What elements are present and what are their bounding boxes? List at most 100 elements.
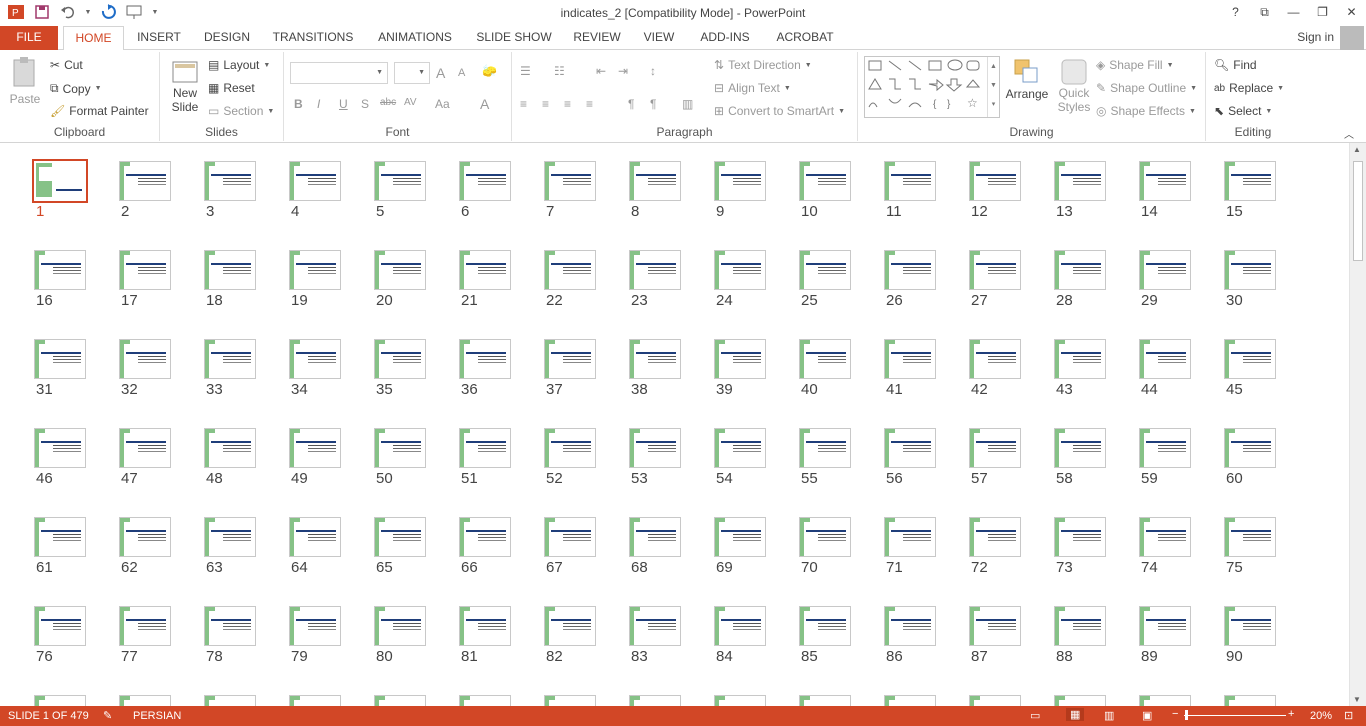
slide-thumbnail[interactable] [204,695,256,706]
tab-file[interactable]: FILE [0,26,58,50]
align-right-icon[interactable]: ≡ [564,97,571,111]
notes-icon[interactable]: ✎ [103,709,112,722]
underline-button[interactable]: U [339,97,348,111]
font-color-button[interactable]: A [480,96,489,112]
text-shadow-button[interactable]: S [361,97,369,111]
slide-thumbnail[interactable] [714,161,766,201]
slide-thumbnail[interactable] [1054,517,1106,557]
italic-button[interactable]: I [317,97,320,111]
align-left-icon[interactable]: ≡ [520,97,527,111]
slide-thumbnail[interactable] [1054,161,1106,201]
replace-button[interactable]: ab Replace ▼ [1214,81,1284,95]
slide-thumbnail[interactable] [459,517,511,557]
line-spacing-icon[interactable]: ↕ [650,64,656,78]
slide-thumbnail[interactable] [969,517,1021,557]
ltr-direction-icon[interactable]: ¶ [628,97,634,111]
slide-thumbnail[interactable] [629,161,681,201]
slide-thumbnail[interactable] [799,606,851,646]
tab-insert[interactable]: INSERT [132,26,186,50]
slide-thumbnail[interactable] [799,250,851,290]
slide-thumbnail[interactable] [119,517,171,557]
text-direction-button[interactable]: ⇅ Text Direction ▼ [714,58,812,72]
slide-thumbnail[interactable] [289,250,341,290]
numbering-icon[interactable]: ☷ [554,64,565,78]
layout-button[interactable]: ▤ Layout ▼ [208,58,270,72]
slide-thumbnail[interactable] [1054,428,1106,468]
vertical-scrollbar[interactable]: ▲ ▼ [1349,143,1366,706]
slide-thumbnail[interactable] [374,250,426,290]
slide-thumbnail[interactable] [34,250,86,290]
slide-thumbnail[interactable] [289,695,341,706]
reset-button[interactable]: ▦ Reset [208,81,255,95]
slide-thumbnail[interactable] [1224,250,1276,290]
close-icon[interactable]: ✕ [1337,0,1366,24]
slide-thumbnail[interactable] [32,159,88,203]
tab-design[interactable]: DESIGN [198,26,256,50]
help-icon[interactable]: ? [1221,0,1250,24]
slide-thumbnail[interactable] [544,161,596,201]
slide-thumbnail[interactable] [629,695,681,706]
font-size-combo[interactable]: ▼ [394,62,430,84]
slide-thumbnail[interactable] [629,339,681,379]
slide-thumbnail[interactable] [34,339,86,379]
zoom-in-button[interactable]: + [1288,708,1294,720]
slide-thumbnail[interactable] [119,428,171,468]
gallery-scroll[interactable]: ▲ ▼ ▾ [987,57,999,117]
collapse-ribbon-icon[interactable]: ︿ [1344,126,1354,141]
slide-thumbnail[interactable] [1139,606,1191,646]
slide-thumbnail[interactable] [884,250,936,290]
convert-smartart-button[interactable]: ⊞ Convert to SmartArt ▼ [714,104,845,118]
slide-thumbnail[interactable] [629,606,681,646]
slide-sorter-icon[interactable]: ▦ [1066,708,1085,721]
slide-thumbnail[interactable] [969,339,1021,379]
bullets-icon[interactable]: ☰ [520,64,531,78]
slide-thumbnail[interactable] [544,250,596,290]
slide-thumbnail[interactable] [884,517,936,557]
slide-thumbnail[interactable] [714,339,766,379]
slide-thumbnail[interactable] [1224,161,1276,201]
scroll-thumb[interactable] [1353,161,1363,261]
tab-transitions[interactable]: TRANSITIONS [268,26,358,50]
slide-thumbnail[interactable] [544,606,596,646]
slide-thumbnail[interactable] [459,428,511,468]
sign-in-link[interactable]: Sign in [1297,30,1334,44]
slide-thumbnail[interactable] [459,606,511,646]
slide-thumbnail[interactable] [1224,339,1276,379]
format-painter-button[interactable]: 🖌 Format Painter [50,104,149,118]
slide-thumbnail[interactable] [204,517,256,557]
avatar[interactable] [1340,26,1364,50]
slide-thumbnail[interactable] [289,339,341,379]
slide-thumbnail[interactable] [204,250,256,290]
slide-thumbnail[interactable] [969,250,1021,290]
slide-thumbnail[interactable] [289,428,341,468]
find-button[interactable]: 🔍︎ Find [1214,58,1257,72]
slide-thumbnail[interactable] [119,339,171,379]
zoom-slider[interactable] [1184,715,1286,716]
tab-view[interactable]: VIEW [638,26,680,50]
slide-counter[interactable]: SLIDE 1 OF 479 [8,710,89,722]
rtl-direction-icon[interactable]: ¶ [650,97,656,111]
language-indicator[interactable]: PERSIAN [133,710,181,722]
slide-thumbnail[interactable] [629,428,681,468]
slide-thumbnail[interactable] [799,161,851,201]
slide-thumbnail[interactable] [459,339,511,379]
reading-view-icon[interactable]: ▥ [1104,709,1114,722]
slide-thumbnail[interactable] [714,428,766,468]
character-spacing-button[interactable]: AV [404,97,417,108]
slide-thumbnail[interactable] [1224,517,1276,557]
slide-thumbnail[interactable] [374,606,426,646]
slide-thumbnail[interactable] [544,339,596,379]
slide-thumbnail[interactable] [34,695,86,706]
slide-thumbnail[interactable] [204,161,256,201]
slide-thumbnail[interactable] [34,428,86,468]
zoom-level[interactable]: 20% [1310,710,1332,722]
clear-formatting-icon[interactable]: 🧽 [482,64,497,78]
shape-outline-button[interactable]: ✎ Shape Outline ▼ [1096,81,1197,95]
slide-thumbnail[interactable] [969,695,1021,706]
tab-slide-show[interactable]: SLIDE SHOW [474,26,554,50]
increase-indent-icon[interactable]: ⇥ [618,64,628,78]
tab-home[interactable]: HOME [63,26,124,51]
slide-thumbnail[interactable] [204,606,256,646]
slide-thumbnail[interactable] [1054,250,1106,290]
slide-thumbnail[interactable] [629,250,681,290]
